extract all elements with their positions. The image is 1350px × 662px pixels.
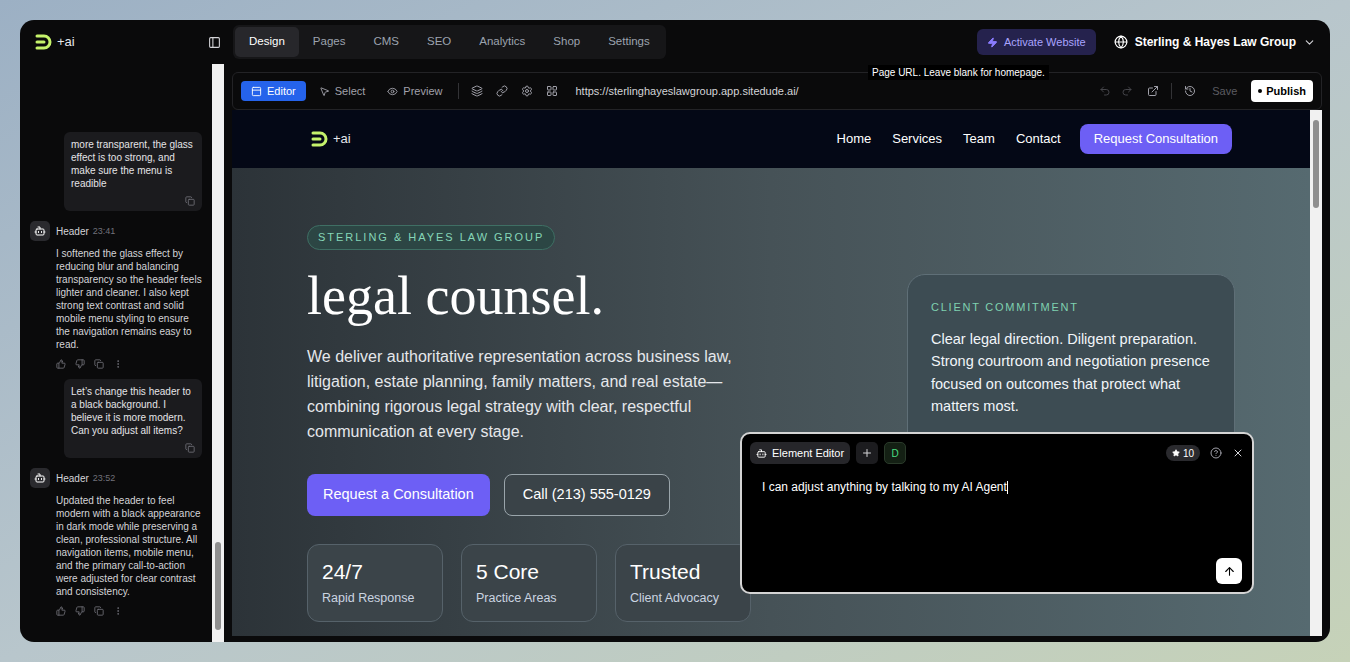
copy-icon[interactable] <box>94 359 104 369</box>
nav-cta-button[interactable]: Request Consultation <box>1080 124 1232 154</box>
copy-icon[interactable] <box>185 196 195 206</box>
activate-button[interactable]: Activate Website <box>977 29 1096 56</box>
editor-toolbar: EditorSelectPreview https://sterlinghayes… <box>232 72 1322 110</box>
send-button[interactable] <box>1216 558 1242 584</box>
hero-badge: STERLING & HAYES LAW GROUP <box>307 225 555 250</box>
caret <box>1007 481 1008 494</box>
logo-icon <box>310 130 330 148</box>
separator <box>1171 83 1172 99</box>
url-field[interactable]: https://sterlinghayeslawgroup.app.sitedu… <box>575 83 1095 100</box>
stat-card: 24/7Rapid Response <box>307 544 443 623</box>
grid-icon[interactable] <box>546 85 558 97</box>
history-icon[interactable] <box>1184 85 1196 97</box>
zap-icon <box>987 37 998 48</box>
arrow-up-icon <box>1223 565 1236 578</box>
external-link-icon[interactable] <box>1147 85 1159 97</box>
top-tab[interactable]: Design <box>235 27 299 56</box>
editor-icon <box>251 86 262 97</box>
link-icon[interactable] <box>496 85 508 97</box>
nav-link[interactable]: Contact <box>1016 129 1061 149</box>
scrollbar-thumb[interactable] <box>215 542 221 630</box>
thumbs-up-icon[interactable] <box>56 359 66 369</box>
mode-button[interactable]: Preview <box>378 81 451 101</box>
prompt-input[interactable]: I can adjust anything by talking to my A… <box>750 478 1244 496</box>
undo-icon[interactable] <box>1099 85 1111 97</box>
sidebar-toggle-icon[interactable] <box>208 36 221 49</box>
scrollbar[interactable] <box>212 64 224 642</box>
thumbs-up-icon[interactable] <box>56 606 66 616</box>
scrollbar-thumb[interactable] <box>1313 120 1319 208</box>
top-tab[interactable]: Shop <box>539 27 594 56</box>
thumbs-down-icon[interactable] <box>75 359 85 369</box>
more-icon[interactable] <box>113 606 123 616</box>
preview: +ai Home Services Team Contact Request Consul… <box>232 110 1322 636</box>
top-tab[interactable]: SEO <box>413 27 465 56</box>
nav-link[interactable]: Home <box>837 129 872 149</box>
chevron-down-icon <box>1303 36 1316 49</box>
chat-panel: more transparent, the glass effect is to… <box>20 64 212 642</box>
redo-icon[interactable] <box>1121 85 1133 97</box>
bot-icon <box>34 225 46 237</box>
publish-button[interactable]: Publish <box>1251 80 1313 102</box>
site-switcher[interactable]: Sterling & Hayes Law Group <box>1114 33 1316 51</box>
logo[interactable]: +ai <box>310 129 351 149</box>
nav-link[interactable]: Team <box>963 129 995 149</box>
top-tab[interactable]: Pages <box>299 27 360 56</box>
editor-area: Page URL. Leave blank for homepage.Edito… <box>224 64 1330 642</box>
select-icon <box>319 86 330 97</box>
top-tab[interactable]: CMS <box>359 27 413 56</box>
nav-link[interactable]: Services <box>892 129 942 149</box>
mode-button[interactable]: Select <box>310 81 375 101</box>
hero-heading: legal counsel. <box>307 266 767 326</box>
close-icon[interactable] <box>1232 447 1244 459</box>
stat-card: TrustedClient Advocacy <box>615 544 751 623</box>
plus-icon <box>861 447 873 459</box>
assistant-message: Header23:41I softened the glass effect b… <box>30 221 202 369</box>
eye-icon <box>387 86 398 97</box>
mode-button[interactable]: Editor <box>241 81 306 101</box>
logo[interactable]: +ai <box>34 32 208 52</box>
top-tab[interactable]: Analytics <box>465 27 539 56</box>
element-editor: Element Editor D 10 I can adjust anything b… <box>740 432 1254 594</box>
add-button[interactable] <box>856 442 878 464</box>
publish-dot <box>1258 89 1262 93</box>
user-message: more transparent, the glass effect is to… <box>30 132 202 211</box>
logo-icon <box>34 33 54 51</box>
scrollbar[interactable] <box>1310 110 1322 636</box>
layers-icon[interactable] <box>471 85 483 97</box>
context-chip[interactable]: D <box>884 442 906 464</box>
primary-button[interactable]: Request a Consultation <box>307 474 490 516</box>
bot-avatar <box>30 468 50 488</box>
user-message: Let’s change this header to a black back… <box>30 379 202 458</box>
app-screen: +ai DesignPagesCMSSEOAnalyticsShopSetting… <box>0 0 1350 662</box>
save-button[interactable]: Save <box>1212 83 1237 100</box>
site-nav: +ai Home Services Team Contact Request Consul… <box>232 110 1310 168</box>
copy-icon[interactable] <box>94 606 104 616</box>
assistant-message: Header23:52Updated the header to feel mo… <box>30 468 202 616</box>
top-tab[interactable]: Settings <box>594 27 664 56</box>
element-editor-chip[interactable]: Element Editor <box>750 442 850 464</box>
bot-avatar <box>30 221 50 241</box>
url-tooltip: Page URL. Leave blank for homepage. <box>868 65 1049 80</box>
stat-card: 5 CorePractice Areas <box>461 544 597 623</box>
globe-icon <box>1114 35 1128 49</box>
bot-icon <box>34 472 46 484</box>
top-bar: +ai DesignPagesCMSSEOAnalyticsShopSetting… <box>20 20 1330 64</box>
separator <box>458 83 459 99</box>
copy-icon[interactable] <box>185 443 195 453</box>
help-icon[interactable] <box>1210 447 1222 459</box>
top-tabs: DesignPagesCMSSEOAnalyticsShopSettings <box>233 25 666 58</box>
settings-icon[interactable] <box>521 85 533 97</box>
app-window: +ai DesignPagesCMSSEOAnalyticsShopSetting… <box>20 20 1330 642</box>
star-icon <box>1172 449 1180 457</box>
hero-paragraph: We deliver authoritative representation … <box>307 344 752 444</box>
thumbs-down-icon[interactable] <box>75 606 85 616</box>
bot-icon <box>756 448 767 459</box>
more-icon[interactable] <box>113 359 123 369</box>
credits-badge: 10 <box>1166 445 1200 461</box>
call-button[interactable]: Call (213) 555-0129 <box>504 474 670 516</box>
